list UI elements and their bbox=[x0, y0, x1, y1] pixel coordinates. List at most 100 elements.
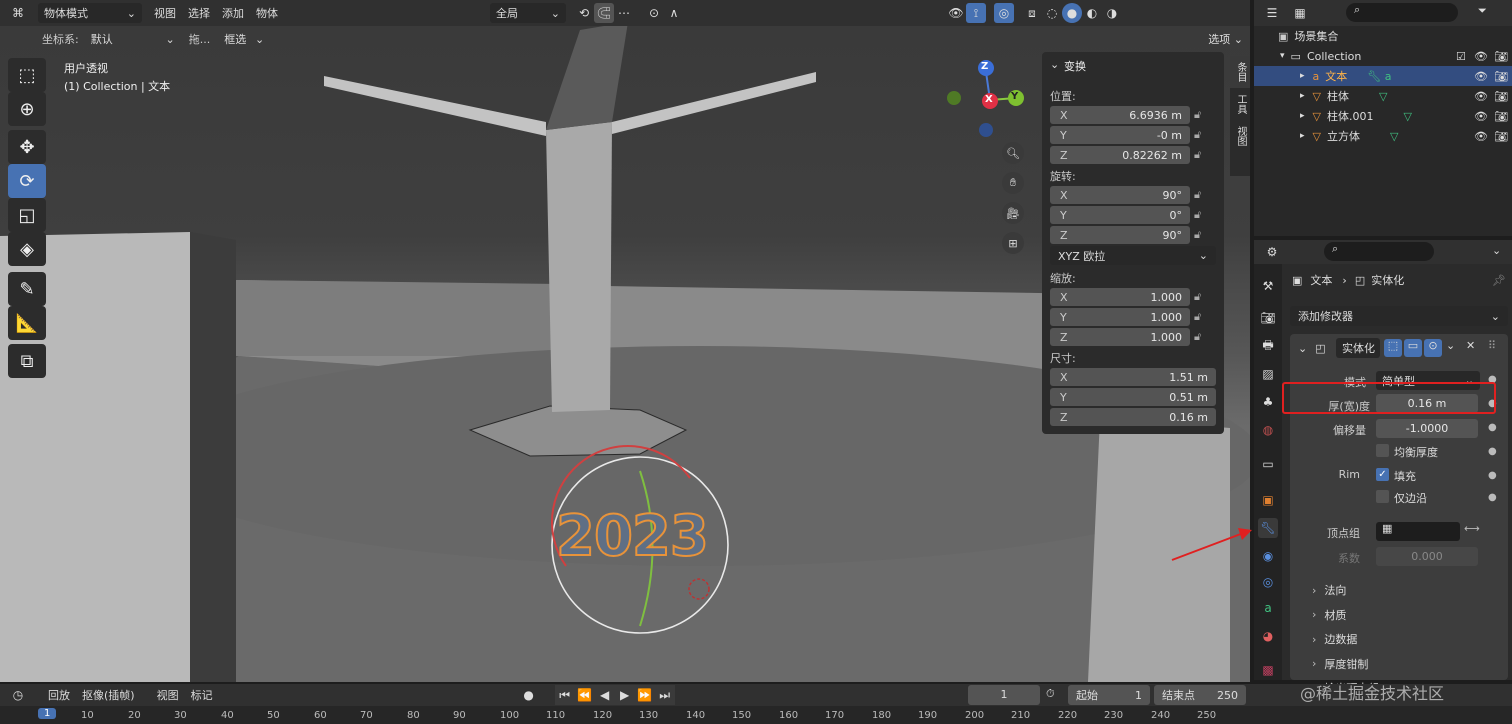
xray-icon[interactable]: ⧈ bbox=[1022, 3, 1042, 23]
camera-icon[interactable]: 📷︎ bbox=[1494, 90, 1508, 103]
jump-start-icon[interactable]: ⏮ bbox=[554, 685, 575, 705]
dimension-x-field[interactable]: X 1.51 m bbox=[1050, 368, 1216, 386]
view-layer-tab[interactable]: ▨ bbox=[1258, 364, 1278, 384]
scale-z-field[interactable]: Z 1.000 bbox=[1050, 328, 1190, 346]
factor-field[interactable]: 0.000 bbox=[1376, 547, 1478, 566]
camera-button[interactable]: 🎥︎ bbox=[1002, 202, 1024, 224]
lock-icon[interactable]: 🔓︎ bbox=[1194, 108, 1201, 122]
object-tab[interactable]: ▣ bbox=[1258, 490, 1278, 510]
filter-icon[interactable]: ⏷ bbox=[1478, 4, 1487, 18]
menu-select[interactable]: 选择 bbox=[182, 5, 216, 21]
ortho-button[interactable]: ⊞ bbox=[1002, 232, 1024, 254]
lock-icon[interactable]: 🔓︎ bbox=[1194, 290, 1201, 304]
section-2[interactable]: › 边数据 bbox=[1312, 629, 1502, 649]
add-cube-tool[interactable]: ⧉ bbox=[8, 344, 46, 378]
collection-row[interactable]: ▾ ▭ Collection ☑ 👁︎ 📷︎ bbox=[1254, 46, 1512, 66]
annotate-tool[interactable]: ✎ bbox=[8, 272, 46, 306]
keying-menu[interactable]: 抠像(插帧) bbox=[76, 687, 141, 703]
rotation-y-field[interactable]: Y 0° bbox=[1050, 206, 1190, 224]
lock-icon[interactable]: 🔓︎ bbox=[1194, 188, 1201, 202]
menu-object[interactable]: 物体 bbox=[250, 5, 284, 21]
editor-type-icon[interactable]: ⌘ bbox=[8, 3, 28, 23]
camera-icon[interactable]: 📷︎ bbox=[1494, 110, 1508, 123]
menu-add[interactable]: 添加 bbox=[216, 5, 250, 21]
edit-mode-icon[interactable]: ⬚ bbox=[1384, 339, 1402, 357]
stopwatch-icon[interactable]: ⏱ bbox=[1046, 687, 1055, 701]
material-shading-icon[interactable]: ◐ bbox=[1082, 3, 1102, 23]
overlay-toggle-icon[interactable]: ◎ bbox=[994, 3, 1014, 23]
camera-icon[interactable]: 📷︎ bbox=[1494, 70, 1508, 83]
transform-orientation-select[interactable]: 全局 ⌄ bbox=[490, 3, 566, 23]
scene-tab[interactable]: ♣ bbox=[1258, 392, 1278, 412]
eye-icon[interactable]: 👁︎ bbox=[1474, 70, 1488, 83]
marker-menu[interactable]: 标记 bbox=[185, 687, 219, 703]
options-button[interactable]: 选项 ⌄ bbox=[1202, 29, 1249, 49]
solid-shading-icon[interactable]: ● bbox=[1062, 3, 1082, 23]
pan-button[interactable]: ✋︎ bbox=[1002, 172, 1024, 194]
eye-icon[interactable]: 👁︎ bbox=[1474, 130, 1488, 143]
current-frame-field[interactable]: 1 bbox=[968, 685, 1040, 705]
particles-tab[interactable]: ◉ bbox=[1258, 546, 1278, 566]
dimension-y-field[interactable]: Y 0.51 m bbox=[1050, 388, 1216, 406]
outliner-row[interactable]: ▸ ▽ 立方体 ▽ 👁︎ 📷︎ bbox=[1254, 126, 1512, 146]
coord-select[interactable]: 默认 ⌄ bbox=[85, 29, 181, 49]
rotation-mode-select[interactable]: XYZ 欧拉 ⌄ bbox=[1050, 246, 1216, 265]
outliner-row[interactable]: ▸ ▽ 柱体.001 ▽ 👁︎ 📷︎ bbox=[1254, 106, 1512, 126]
only-rim-checkbox[interactable] bbox=[1376, 490, 1389, 503]
camera-icon[interactable]: 📷︎ bbox=[1494, 50, 1508, 63]
rim-fill-checkbox[interactable]: ✓ bbox=[1376, 468, 1389, 481]
tool-tab[interactable]: ⚒ bbox=[1258, 276, 1278, 296]
lock-icon[interactable]: 🔓︎ bbox=[1194, 228, 1201, 242]
menu-view[interactable]: 视图 bbox=[148, 5, 182, 21]
eye-icon[interactable]: 👁︎ bbox=[1474, 50, 1488, 63]
start-frame-field[interactable]: 起始 1 bbox=[1068, 685, 1150, 705]
lock-icon[interactable]: 🔓︎ bbox=[1194, 128, 1201, 142]
outliner-row[interactable]: ▸ a 文本 🔧︎ a 👁︎ 📷︎ bbox=[1254, 66, 1512, 86]
prev-keyframe-icon[interactable]: ⏪ bbox=[574, 685, 595, 705]
mode-select[interactable]: 物体模式 ⌄ bbox=[38, 3, 142, 23]
modifier-name-field[interactable]: 实体化 bbox=[1336, 338, 1380, 358]
location-y-field[interactable]: Y -0 m bbox=[1050, 126, 1190, 144]
location-z-field[interactable]: Z 0.82262 m bbox=[1050, 146, 1190, 164]
keyframe-dot[interactable]: ● bbox=[1488, 446, 1497, 457]
jump-end-icon[interactable]: ⏭ bbox=[654, 685, 675, 705]
measure-tool[interactable]: 📐 bbox=[8, 306, 46, 340]
falloff-icon[interactable]: ∧ bbox=[664, 3, 684, 23]
expand-icon[interactable]: ▸ bbox=[1300, 131, 1305, 141]
clock-icon[interactable]: ◷ bbox=[8, 685, 28, 705]
snap-icon[interactable]: 🧲︎ bbox=[594, 3, 614, 23]
close-icon[interactable]: ✕ bbox=[1466, 339, 1475, 352]
display-mode-icon[interactable]: ▦ bbox=[1290, 3, 1310, 23]
scale-tool[interactable]: ◱ bbox=[8, 198, 46, 232]
current-frame-marker[interactable]: 1 bbox=[38, 708, 57, 719]
modifier-tab[interactable]: 🔧︎ bbox=[1258, 518, 1278, 538]
scale-x-field[interactable]: X 1.000 bbox=[1050, 288, 1190, 306]
wireframe-shading-icon[interactable]: ◌ bbox=[1042, 3, 1062, 23]
lock-icon[interactable]: 🔓︎ bbox=[1194, 310, 1201, 324]
zoom-button[interactable]: 🔍︎ bbox=[1002, 142, 1024, 164]
playback-menu[interactable]: 回放 bbox=[42, 687, 76, 703]
chevron-down-icon[interactable]: ⌄ bbox=[1446, 339, 1455, 352]
chevron-down-icon[interactable]: ⌄ bbox=[1492, 244, 1501, 257]
lock-icon[interactable]: 🔓︎ bbox=[1194, 330, 1201, 344]
next-keyframe-icon[interactable]: ⏩ bbox=[634, 685, 655, 705]
pivot-icon[interactable]: ⟲ bbox=[574, 3, 594, 23]
checkbox-icon[interactable]: ☑ bbox=[1456, 50, 1466, 63]
rotation-x-field[interactable]: X 90° bbox=[1050, 186, 1190, 204]
editor-type-icon[interactable]: ⚙ bbox=[1262, 242, 1282, 262]
pin-icon[interactable]: 📌︎ bbox=[1492, 274, 1506, 287]
panel-collapse-icon[interactable]: ⌄ bbox=[1050, 58, 1059, 71]
outliner-search[interactable]: ⌕ bbox=[1346, 3, 1458, 22]
section-3[interactable]: › 厚度钳制 bbox=[1312, 654, 1502, 674]
scene-collection-row[interactable]: ▣ 场景集合 bbox=[1254, 26, 1512, 46]
cursor-tool[interactable]: ⊕ bbox=[8, 92, 46, 126]
render-tab[interactable]: 📷︎ bbox=[1258, 308, 1278, 328]
record-icon[interactable]: ● bbox=[519, 685, 539, 705]
tab-view[interactable]: 视图 bbox=[1230, 120, 1250, 152]
outliner-row[interactable]: ▸ ▽ 柱体 ▽ 👁︎ 📷︎ bbox=[1254, 86, 1512, 106]
visibility-icon[interactable]: 👁︎ bbox=[946, 3, 966, 23]
proportional-edit-icon[interactable]: ⊙ bbox=[644, 3, 664, 23]
frame-ruler[interactable]: 1 10 20 30 40 50 60 70 80 90 100 110 120 130 140 150 160… bbox=[0, 706, 1512, 724]
properties-search[interactable]: ⌕ bbox=[1324, 242, 1434, 261]
expand-icon[interactable]: ▸ bbox=[1300, 91, 1305, 101]
